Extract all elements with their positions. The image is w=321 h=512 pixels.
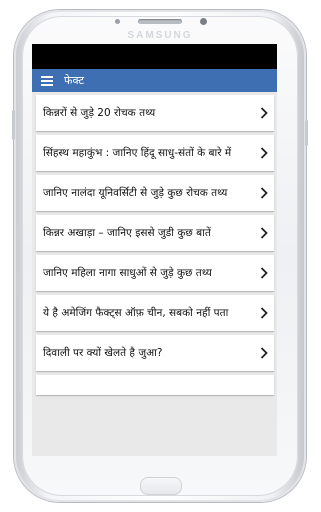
facts-list: किन्नरों से जुड़े 20 रोचक तथ्य सिंहस्थ म…	[32, 92, 277, 456]
list-item[interactable]: ये है अमेजिंग फैक्ट्स ऑफ़ चीन, सबको नहीं…	[36, 295, 274, 331]
list-item[interactable]: सिंहस्थ महाकुंभ : जानिए हिंदू साधु-संतों…	[36, 135, 274, 171]
list-item-label: जानिए नालंदा यूनिवर्सिटी से जुड़े कुछ रो…	[43, 187, 228, 199]
volume-button[interactable]	[12, 110, 15, 140]
chevron-right-icon	[258, 227, 270, 239]
list-item-label: ये है अमेजिंग फैक्ट्स ऑफ़ चीन, सबको नहीं…	[43, 307, 229, 319]
list-item-label: दिवाली पर क्यों खेलते है जुआ?	[43, 347, 163, 359]
list-item-label: किन्नरों से जुड़े 20 रोचक तथ्य	[43, 107, 156, 119]
list-item[interactable]: किन्नरों से जुड़े 20 रोचक तथ्य	[36, 95, 274, 131]
list-item[interactable]: जानिए महिला नागा साधुओं से जुड़े कुछ तथ्…	[36, 255, 274, 291]
list-item-label: जानिए महिला नागा साधुओं से जुड़े कुछ तथ्…	[43, 267, 212, 279]
power-button[interactable]	[305, 120, 308, 146]
chevron-right-icon	[258, 267, 270, 279]
device-brand: SAMSUNG	[127, 30, 193, 41]
list-item[interactable]: जानिए नालंदा यूनिवर्सिटी से जुड़े कुछ रो…	[36, 175, 274, 211]
page-title: फेक्ट	[64, 74, 85, 87]
chevron-right-icon	[258, 147, 270, 159]
list-item-label: किन्नर अखाड़ा – जानिए इससे जुडी कुछ बाते…	[43, 227, 211, 239]
status-bar	[32, 44, 277, 69]
hamburger-menu-icon[interactable]	[41, 76, 53, 86]
list-item-partial[interactable]	[36, 375, 274, 395]
chevron-right-icon	[258, 347, 270, 359]
list-item[interactable]: किन्नर अखाड़ा – जानिए इससे जुडी कुछ बाते…	[36, 215, 274, 251]
earpiece-speaker	[138, 19, 182, 24]
app-bar: फेक्ट	[32, 69, 277, 92]
proximity-sensor	[115, 19, 120, 24]
chevron-right-icon	[258, 307, 270, 319]
home-button[interactable]	[140, 477, 182, 495]
list-item-label: सिंहस्थ महाकुंभ : जानिए हिंदू साधु-संतों…	[43, 147, 232, 159]
front-camera-icon	[200, 18, 207, 25]
chevron-right-icon	[258, 187, 270, 199]
list-item[interactable]: दिवाली पर क्यों खेलते है जुआ?	[36, 335, 274, 371]
chevron-right-icon	[258, 107, 270, 119]
screen: फेक्ट किन्नरों से जुड़े 20 रोचक तथ्य सिं…	[32, 44, 277, 456]
